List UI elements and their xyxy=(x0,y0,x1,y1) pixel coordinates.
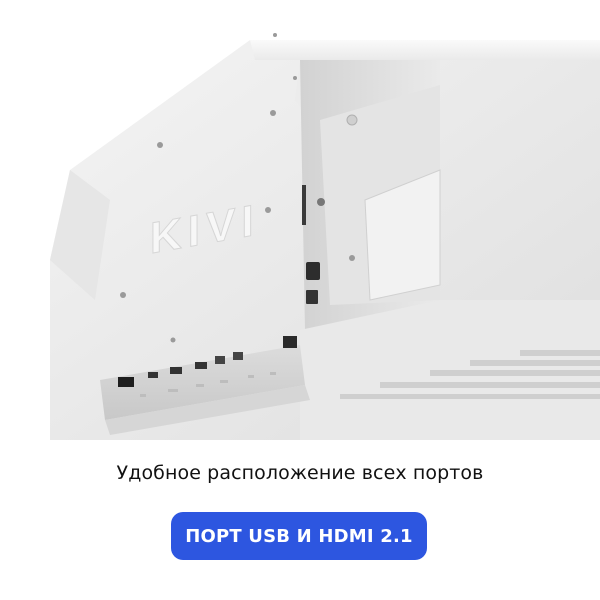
hdmi-port-side xyxy=(306,262,320,280)
screw-hole xyxy=(270,110,276,116)
ethernet-port xyxy=(283,336,297,348)
screw-hole xyxy=(265,207,271,213)
caption-text: Удобное расположение всех портов xyxy=(116,462,484,484)
port xyxy=(170,367,182,374)
usb-port-side xyxy=(317,198,325,206)
screw-hole xyxy=(170,337,176,343)
badge-label: ПОРТ USB И HDMI 2.1 xyxy=(185,525,413,547)
screw-hole xyxy=(157,142,163,148)
tv-top-surface xyxy=(250,40,600,60)
screw-hole xyxy=(273,33,277,37)
tv-back-panel-photo: KIVI xyxy=(0,0,600,440)
screw xyxy=(346,114,358,126)
side-port-compartment xyxy=(295,60,441,330)
screw-hole xyxy=(293,76,297,80)
screw-hole xyxy=(120,292,126,298)
port xyxy=(233,352,243,360)
card-slot xyxy=(302,185,306,225)
power-connector xyxy=(118,377,134,387)
port xyxy=(148,372,158,378)
port xyxy=(215,356,225,364)
feature-badge: ПОРТ USB И HDMI 2.1 xyxy=(171,512,427,560)
usb-port-side-2 xyxy=(306,290,318,304)
port xyxy=(195,362,207,369)
